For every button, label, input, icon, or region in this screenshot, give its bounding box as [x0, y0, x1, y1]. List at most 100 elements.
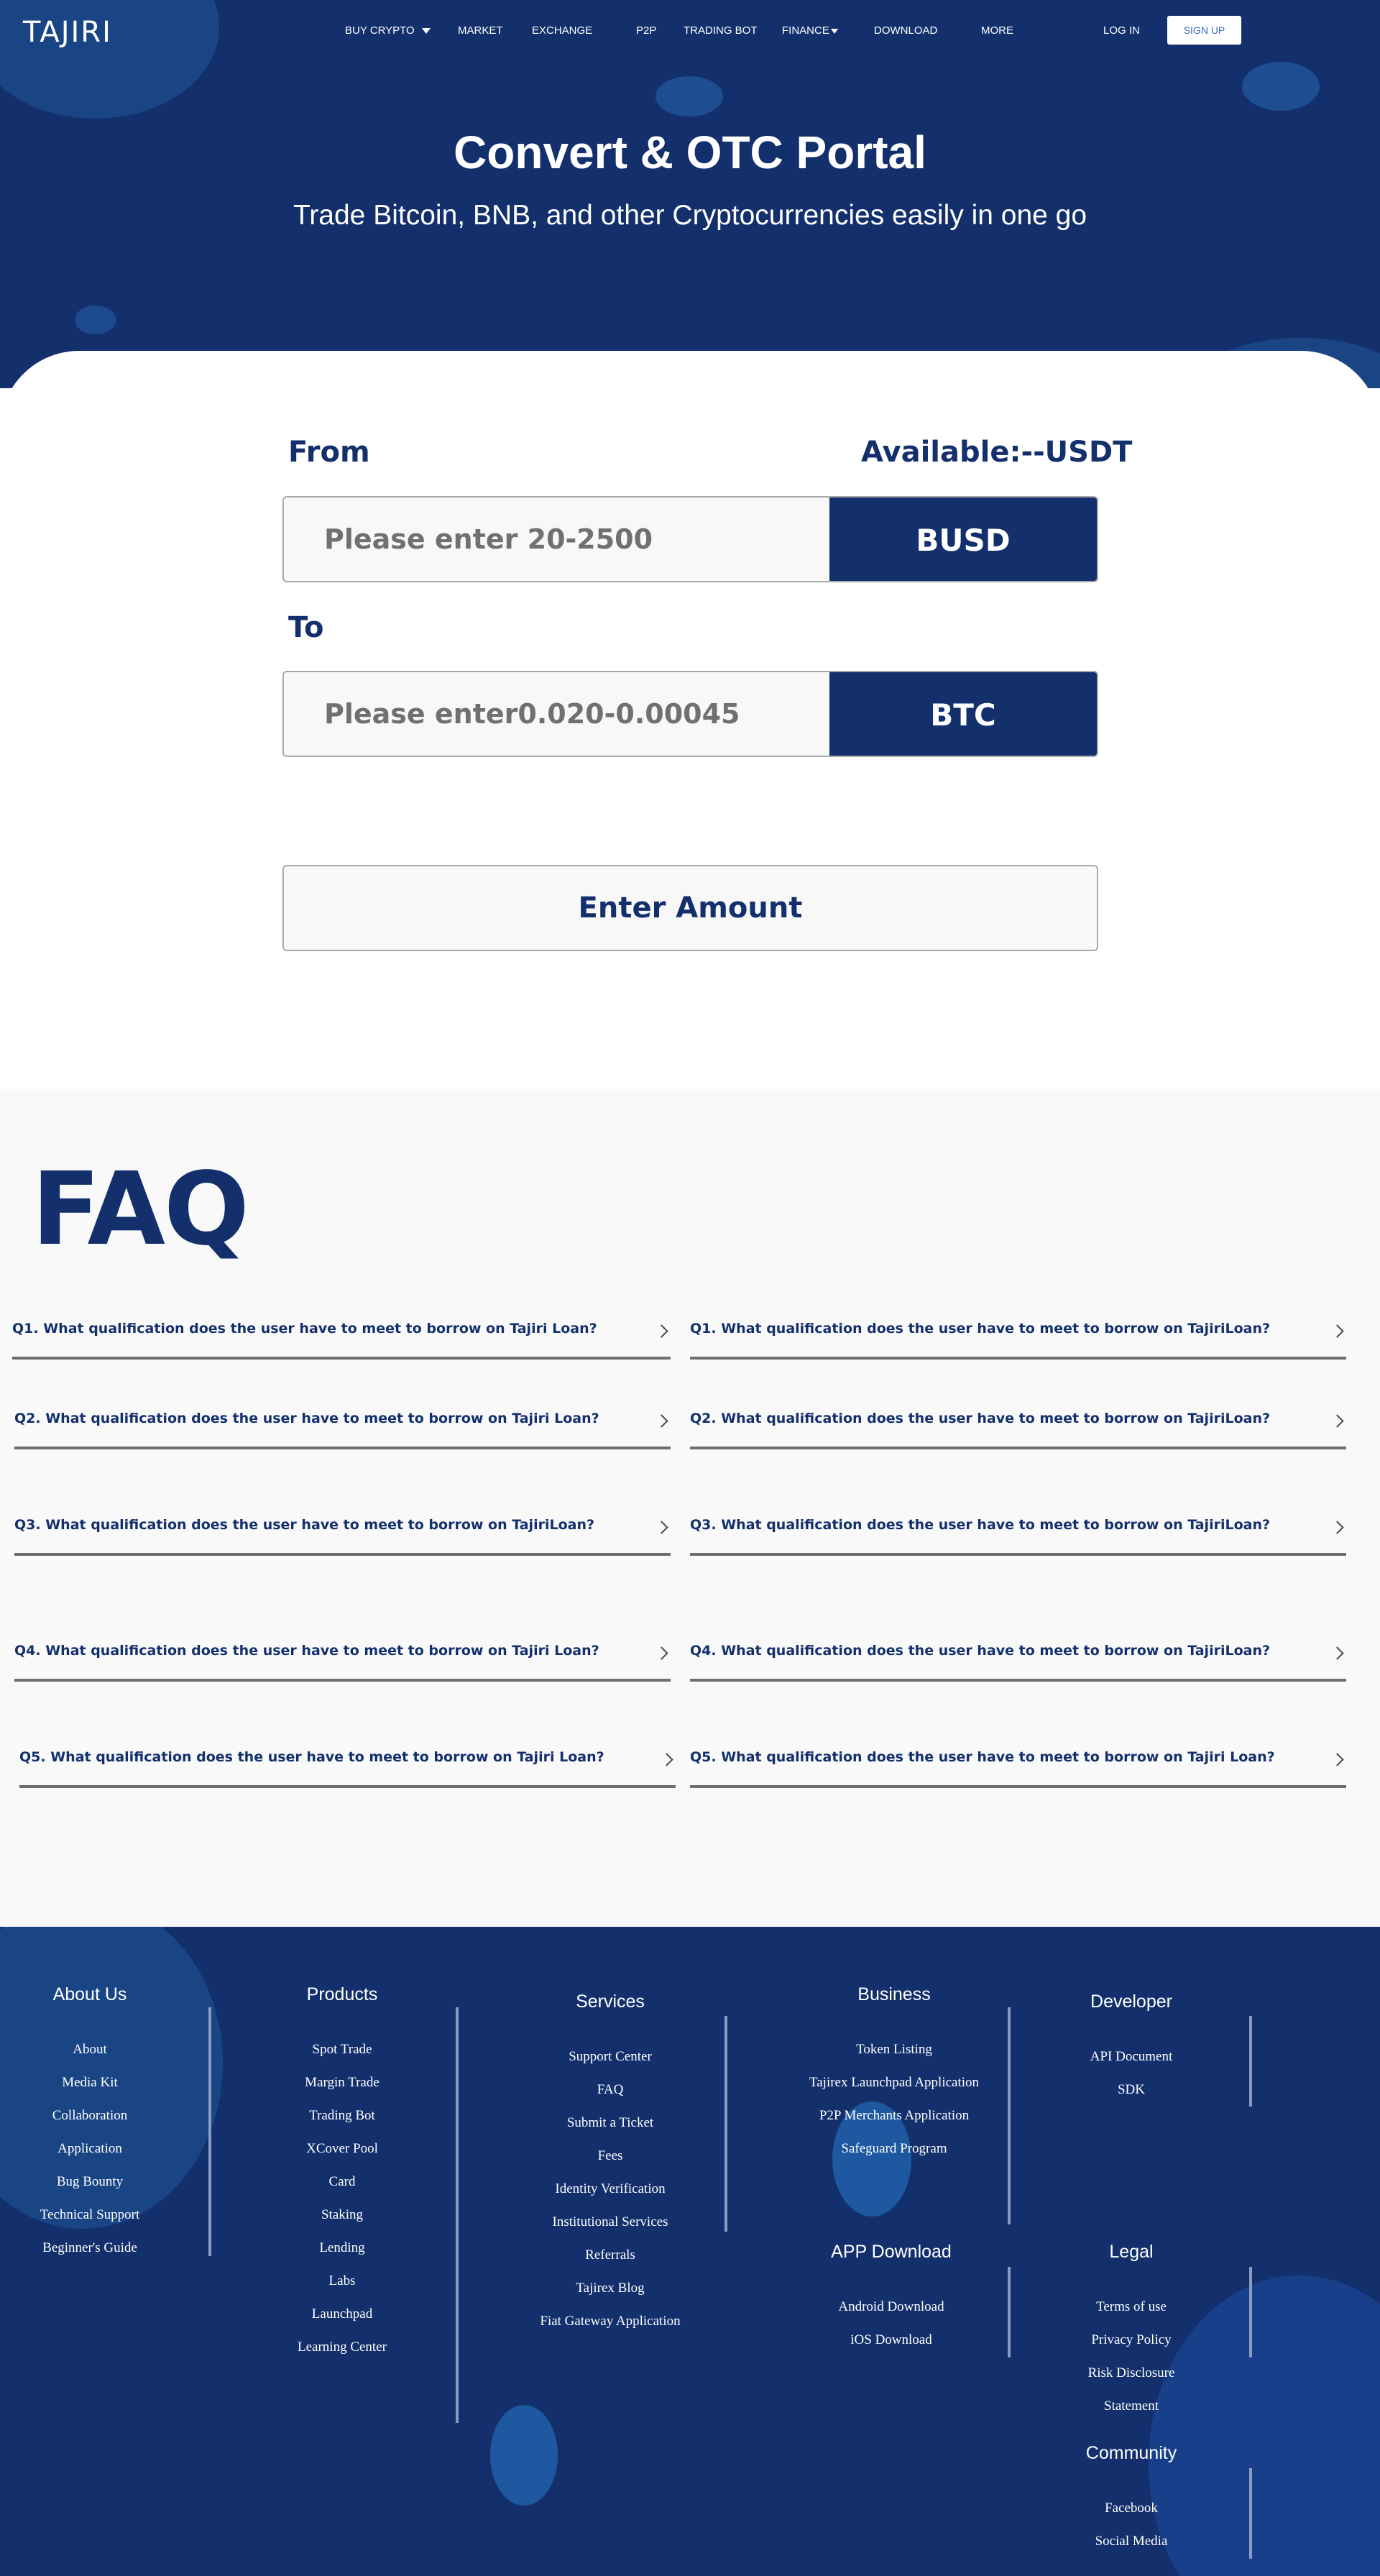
signup-button[interactable]: SIGN UP: [1167, 16, 1241, 45]
footer-link[interactable]: Statement: [1024, 2398, 1239, 2414]
footer-link[interactable]: Risk Disclosure: [1024, 2365, 1239, 2381]
footer-link[interactable]: Privacy Policy: [1024, 2332, 1239, 2348]
nav-p2p[interactable]: P2P: [636, 24, 656, 37]
from-label: From: [288, 436, 370, 469]
faq-question: Q3. What qualification does the user hav…: [14, 1517, 594, 1533]
footer-link[interactable]: Referrals: [502, 2247, 718, 2263]
footer-heading-developer: Developer: [1090, 1991, 1172, 2012]
nav-exchange[interactable]: EXCHANGE: [532, 24, 592, 37]
footer-link[interactable]: Beginner's Guide: [0, 2240, 198, 2256]
faq-item[interactable]: Q4. What qualification does the user hav…: [690, 1643, 1346, 1682]
to-label: To: [288, 611, 324, 644]
page-subtitle: Trade Bitcoin, BNB, and other Cryptocurr…: [293, 200, 1087, 231]
footer-heading-products: Products: [306, 1984, 378, 2004]
footer-link[interactable]: Institutional Services: [502, 2214, 718, 2230]
footer-link[interactable]: Support Center: [502, 2049, 718, 2065]
chevron-right-icon: [1330, 1414, 1344, 1428]
footer-link[interactable]: About: [0, 2042, 198, 2058]
nav-buy-crypto[interactable]: BUY CRYPTO: [345, 24, 431, 37]
faq-item[interactable]: Q3. What qualification does the user hav…: [690, 1517, 1346, 1556]
footer-link[interactable]: Submit a Ticket: [502, 2115, 718, 2131]
footer-link[interactable]: API Document: [1024, 2049, 1239, 2065]
nav-trading-bot[interactable]: TRADING BOT: [684, 24, 758, 37]
footer-link[interactable]: SDK: [1024, 2082, 1239, 2098]
footer-divider: [208, 2007, 211, 2256]
nav-market[interactable]: MARKET: [458, 24, 503, 37]
footer-link[interactable]: Lending: [234, 2240, 450, 2256]
to-currency-select[interactable]: BTC: [829, 672, 1097, 756]
nav-download[interactable]: DOWNLOAD: [874, 24, 937, 37]
faq-item[interactable]: Q1. What qualification does the user hav…: [690, 1321, 1346, 1360]
from-currency-select[interactable]: BUSD: [829, 498, 1097, 581]
footer-link[interactable]: Tajirex Launchpad Application: [786, 2075, 1002, 2091]
footer-heading-legal: Legal: [1109, 2242, 1154, 2262]
footer-link[interactable]: Learning Center: [234, 2339, 450, 2355]
faq-question: Q2. What qualification does the user hav…: [690, 1411, 1270, 1426]
footer-link[interactable]: Media Kit: [0, 2075, 198, 2091]
chevron-right-icon: [1330, 1646, 1344, 1660]
faq-question: Q5. What qualification does the user hav…: [690, 1749, 1275, 1765]
faq-item[interactable]: Q5. What qualification does the user hav…: [19, 1749, 676, 1788]
decorative-circle: [1242, 62, 1320, 111]
chevron-down-icon: [421, 28, 431, 35]
footer-link[interactable]: Fees: [502, 2148, 718, 2164]
footer-link[interactable]: Android Download: [783, 2299, 999, 2315]
footer-link[interactable]: Social Media: [1024, 2534, 1239, 2549]
brand-logo[interactable]: TAJIRI: [23, 16, 112, 49]
footer-link[interactable]: Token Listing: [786, 2042, 1002, 2058]
footer-link[interactable]: Collaboration: [0, 2108, 198, 2124]
footer-link[interactable]: Facebook: [1024, 2501, 1239, 2516]
faq-item[interactable]: Q1. What qualification does the user hav…: [12, 1321, 671, 1360]
faq-item[interactable]: Q4. What qualification does the user hav…: [14, 1643, 671, 1682]
footer-link[interactable]: Fiat Gateway Application: [502, 2314, 718, 2329]
footer-link[interactable]: Safeguard Program: [786, 2141, 1002, 2157]
footer-link[interactable]: XCover Pool: [234, 2141, 450, 2157]
page-title: Convert & OTC Portal: [454, 127, 926, 178]
footer-link[interactable]: Margin Trade: [234, 2075, 450, 2091]
chevron-down-icon: [830, 28, 838, 34]
footer-link[interactable]: P2P Merchants Application: [786, 2108, 1002, 2124]
footer-divider: [1249, 2267, 1252, 2357]
chevron-right-icon: [655, 1324, 668, 1338]
footer-link[interactable]: FAQ: [502, 2082, 718, 2098]
footer-link[interactable]: Spot Trade: [234, 2042, 450, 2058]
nav-more[interactable]: MORE: [981, 24, 1013, 37]
footer-heading-about: About Us: [52, 1984, 127, 2004]
footer-link[interactable]: Application: [0, 2141, 198, 2157]
decorative-circle: [490, 2405, 558, 2506]
footer-link[interactable]: Identity Verification: [502, 2181, 718, 2197]
footer-link[interactable]: Staking: [234, 2207, 450, 2223]
nav-buy-crypto-label: BUY CRYPTO: [345, 24, 415, 37]
login-link[interactable]: LOG IN: [1103, 24, 1140, 37]
convert-form: From Available:--USDT BUSD To BTC Enter …: [0, 388, 1380, 1089]
from-amount-input[interactable]: [284, 498, 830, 581]
footer-divider: [1249, 2468, 1252, 2559]
faq-question: Q5. What qualification does the user hav…: [19, 1749, 604, 1765]
nav-finance[interactable]: FINANCE: [782, 24, 838, 37]
footer-link[interactable]: Terms of use: [1024, 2299, 1239, 2315]
from-field-group: BUSD: [282, 496, 1098, 582]
site-footer: About Us About Media Kit Collaboration A…: [0, 1927, 1380, 2576]
footer-link[interactable]: Labs: [234, 2273, 450, 2289]
chevron-right-icon: [1330, 1521, 1344, 1534]
footer-link[interactable]: Tajirex Blog: [502, 2281, 718, 2296]
footer-link[interactable]: iOS Download: [783, 2332, 999, 2348]
footer-heading-business: Business: [857, 1984, 931, 2004]
footer-link[interactable]: Card: [234, 2174, 450, 2190]
footer-link[interactable]: Technical Support: [0, 2207, 198, 2223]
faq-item[interactable]: Q2. What qualification does the user hav…: [690, 1411, 1346, 1449]
chevron-right-icon: [1330, 1753, 1344, 1766]
footer-link[interactable]: Launchpad: [234, 2306, 450, 2322]
faq-question: Q4. What qualification does the user hav…: [14, 1643, 599, 1659]
faq-title: FAQ: [32, 1151, 249, 1268]
chevron-right-icon: [655, 1521, 668, 1534]
chevron-right-icon: [655, 1646, 668, 1660]
footer-link[interactable]: Trading Bot: [234, 2108, 450, 2124]
faq-item[interactable]: Q2. What qualification does the user hav…: [14, 1411, 671, 1449]
footer-link[interactable]: Bug Bounty: [0, 2174, 198, 2190]
faq-item[interactable]: Q3. What qualification does the user hav…: [14, 1517, 671, 1556]
enter-amount-button[interactable]: Enter Amount: [282, 865, 1098, 951]
to-amount-input[interactable]: [284, 672, 830, 756]
faq-item[interactable]: Q5. What qualification does the user hav…: [690, 1749, 1346, 1788]
faq-question: Q3. What qualification does the user hav…: [690, 1517, 1270, 1533]
